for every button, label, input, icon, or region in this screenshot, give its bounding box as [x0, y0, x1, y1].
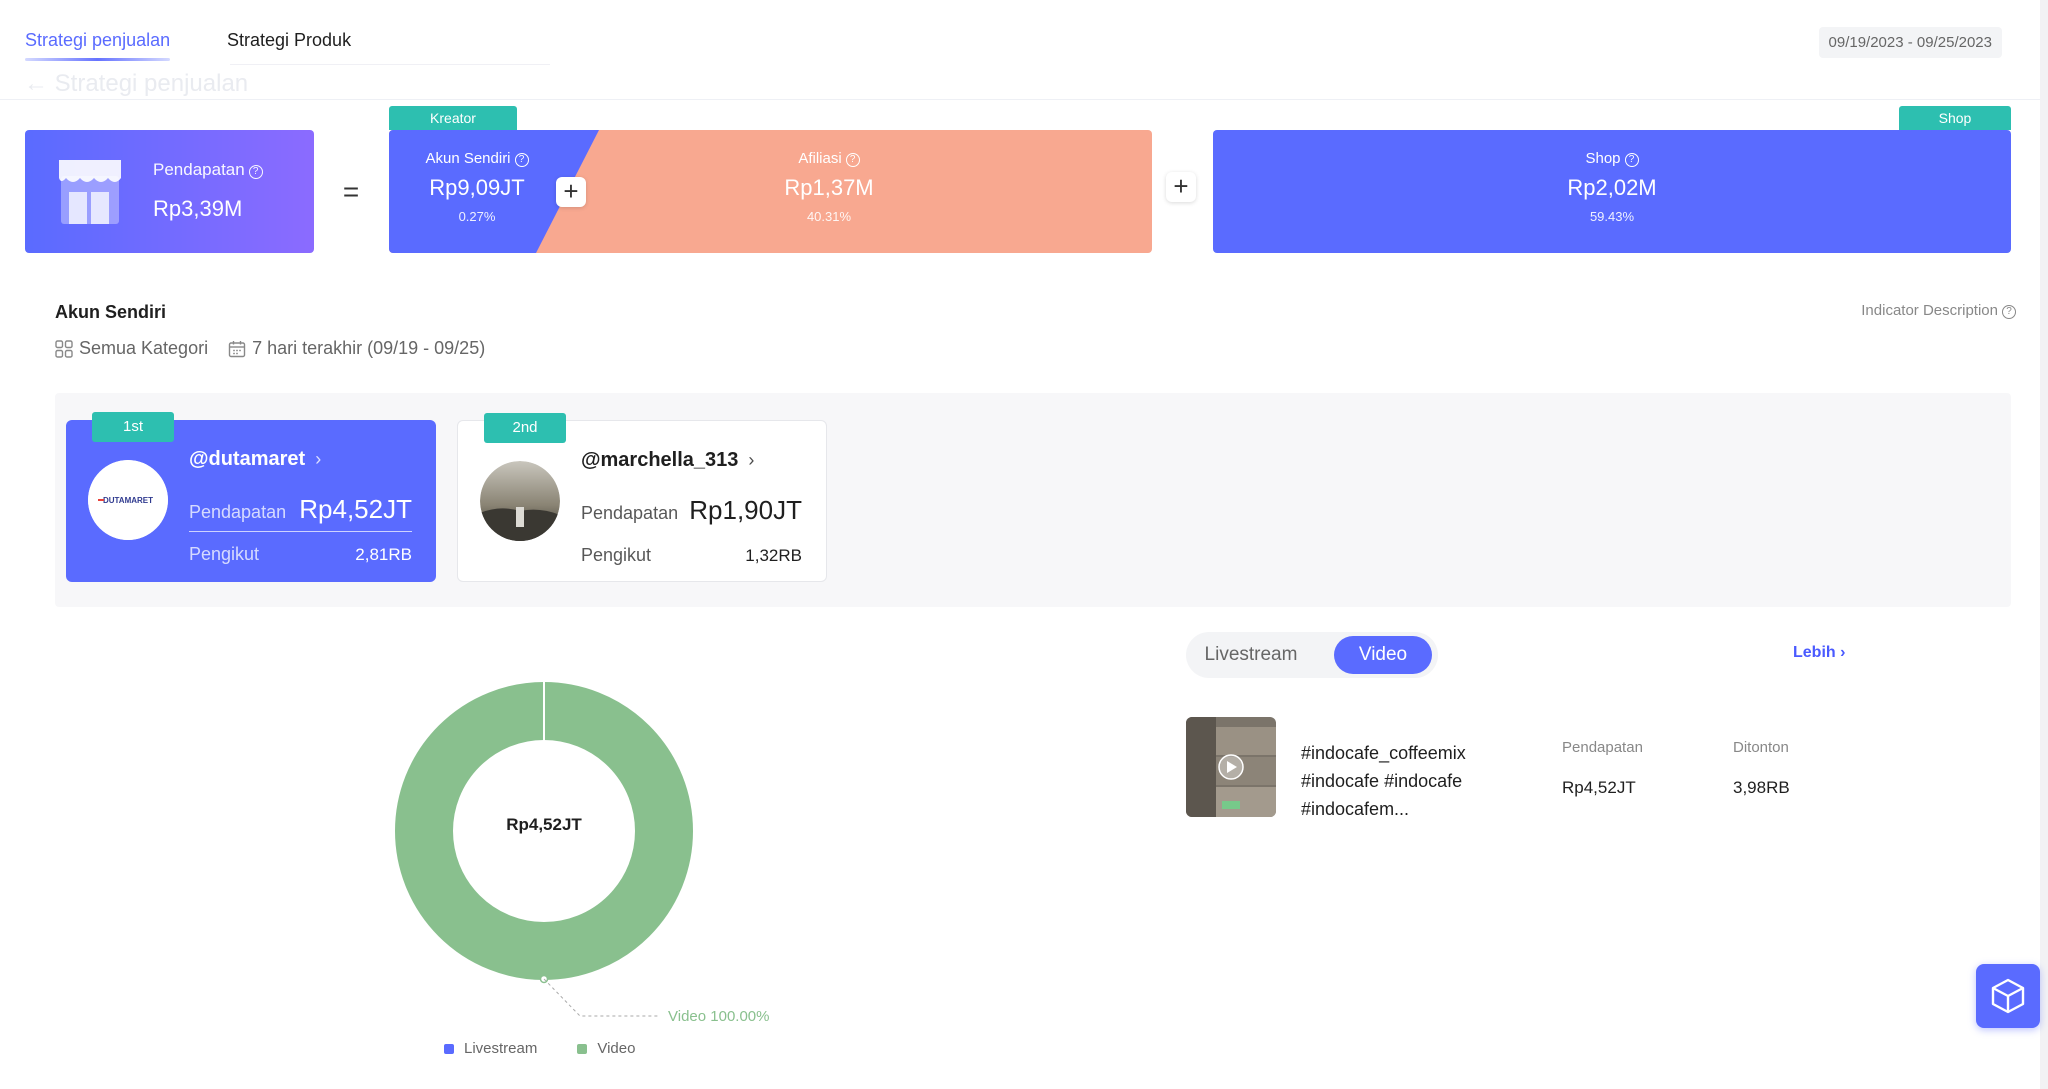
donut-center-value: Rp4,52JT — [506, 815, 582, 834]
video-thumbnail[interactable] — [1186, 717, 1276, 817]
scrollbar[interactable] — [2040, 0, 2048, 1089]
video-revenue-label: Pendapatan — [1562, 739, 1643, 756]
date-range-picker[interactable]: 09/19/2023 - 09/25/2023 — [1818, 27, 2002, 58]
rank-badge: 2nd — [484, 413, 566, 443]
avatar-logo-text: DUTAMARET — [103, 496, 153, 505]
avatar — [480, 461, 560, 541]
help-icon[interactable]: ? — [845, 153, 860, 167]
tab-divider — [230, 64, 550, 65]
shop-label: Shop — [1585, 150, 1621, 167]
grid-icon — [55, 339, 73, 358]
help-icon[interactable]: ? — [514, 153, 529, 167]
creator-handle[interactable]: @dutamaret › — [189, 448, 321, 471]
chevron-right-icon: › — [748, 450, 755, 470]
filters-row: Semua Kategori 7 hari terakhir (09/19 - … — [55, 338, 485, 359]
video-list-item[interactable]: #indocafe_coffeemix #indocafe #indocafe … — [1186, 717, 1886, 819]
callout-line — [543, 978, 658, 1017]
donut-chart: Rp4,52JT Video 100.00% — [395, 682, 769, 1025]
chevron-right-icon: › — [315, 449, 322, 469]
category-filter[interactable]: Semua Kategori — [55, 338, 208, 359]
shop-badge: Shop — [1899, 106, 2011, 130]
more-link[interactable]: Lebih › — [1793, 644, 1845, 662]
video-views-value: 3,98RB — [1733, 778, 1790, 797]
shop-pct: 59.43% — [1589, 209, 1635, 224]
affiliate-label: Afiliasi — [798, 150, 842, 167]
followers-label: Pengikut — [189, 544, 260, 564]
total-revenue-card: Pendapatan? Rp3,39M — [25, 130, 314, 253]
video-views-label: Ditonton — [1733, 739, 1789, 756]
affiliate-block[interactable]: Afiliasi? Rp1,37M 40.31% — [709, 150, 949, 224]
dutamaret-logo: DUTAMARET — [88, 460, 168, 540]
chevron-right-icon: › — [1840, 644, 1846, 661]
legend-swatch — [444, 1043, 454, 1054]
creator-revenue-row: Pendapatan Rp4,52JT — [189, 494, 412, 532]
store-icon — [59, 160, 121, 224]
video-views: Ditonton 3,98RB — [1733, 739, 1790, 798]
creator-followers-row: Pengikut 2,81RB — [189, 544, 412, 565]
video-revenue: Pendapatan Rp4,52JT — [1562, 739, 1643, 798]
top-bar: Strategi penjualan Strategi Produk 09/19… — [0, 0, 2040, 100]
creator-revenue-card: Akun Sendiri? Rp9,09JT 0.27% Afiliasi? R… — [389, 130, 1152, 253]
revenue-source-donut: Rp4,52JT Video 100.00% — [380, 668, 810, 1068]
own-account-value: Rp9,09JT — [429, 175, 525, 200]
followers-value: 2,81RB — [355, 545, 412, 564]
assistant-cube-button[interactable] — [1976, 964, 2040, 1028]
donut-legend: Livestream Video — [444, 1040, 635, 1057]
indicator-description-link[interactable]: Indicator Description? — [1861, 302, 2016, 319]
followers-label: Pengikut — [581, 545, 652, 565]
cube-icon — [1991, 978, 2025, 1014]
own-account-pct: 0.27% — [458, 209, 496, 224]
category-filter-label: Semua Kategori — [79, 338, 209, 358]
equals-icon: = — [336, 178, 366, 208]
content-type-toggle: Livestream Video — [1186, 632, 1438, 678]
creator-card[interactable]: 1st DUTAMARET @dutamaret › Pendapatan Rp4… — [66, 412, 436, 582]
legend-item-livestream[interactable]: Livestream — [444, 1040, 537, 1057]
creator-badge: Kreator — [389, 106, 517, 130]
creator-handle[interactable]: @marchella_313 › — [581, 449, 754, 472]
legend-item-video[interactable]: Video — [577, 1040, 635, 1057]
avatar: DUTAMARET — [88, 460, 168, 540]
shop-value: Rp2,02M — [1567, 175, 1657, 200]
followers-value: 1,32RB — [745, 546, 802, 565]
plus-icon: + — [556, 177, 586, 207]
video-title[interactable]: #indocafe_coffeemix #indocafe #indocafe … — [1301, 739, 1541, 823]
help-icon[interactable]: ? — [1624, 153, 1639, 167]
own-account-label: Akun Sendiri — [425, 150, 511, 167]
revenue-label: Pendapatan? — [153, 160, 263, 180]
legend-swatch — [577, 1043, 588, 1054]
creator-followers-row: Pengikut 1,32RB — [581, 545, 802, 566]
segment-livestream[interactable]: Livestream — [1196, 636, 1306, 674]
revenue-label: Pendapatan — [189, 502, 287, 522]
plus-icon: + — [1166, 172, 1196, 202]
video-revenue-value: Rp4,52JT — [1562, 778, 1636, 797]
page-title-ghost: ← Strategi penjualan — [24, 70, 249, 97]
revenue-label: Pendapatan — [581, 503, 679, 523]
video-thumbnail-image — [1186, 717, 1276, 817]
rank-badge: 1st — [92, 412, 174, 442]
help-icon[interactable]: ? — [2002, 305, 2016, 319]
revenue-value: Rp1,90JT — [689, 495, 802, 525]
help-icon[interactable]: ? — [248, 165, 263, 179]
avatar-photo — [480, 461, 560, 541]
creator-card[interactable]: 2nd @marchella_313 › Pendapatan Rp1,90JT … — [457, 413, 827, 582]
period-filter-label: 7 hari terakhir (09/19 - 09/25) — [252, 338, 486, 358]
tab-strategi-penjualan[interactable]: Strategi penjualan — [25, 30, 171, 61]
calendar-icon — [228, 340, 246, 357]
affiliate-value: Rp1,37M — [784, 175, 874, 200]
period-filter[interactable]: 7 hari terakhir (09/19 - 09/25) — [228, 338, 485, 359]
tab-strategi-produk[interactable]: Strategi Produk — [227, 30, 351, 51]
legend-label: Livestream — [464, 1040, 538, 1057]
creator-revenue-row: Pendapatan Rp1,90JT — [581, 495, 802, 532]
revenue-value: Rp3,39M — [153, 196, 243, 221]
segment-video[interactable]: Video — [1334, 636, 1432, 674]
revenue-value: Rp4,52JT — [299, 494, 412, 524]
shop-revenue-card[interactable]: Shop? Rp2,02M 59.43% — [1213, 130, 2011, 253]
section-title: Akun Sendiri — [55, 302, 167, 322]
legend-label: Video — [597, 1040, 636, 1057]
affiliate-pct: 40.31% — [806, 209, 852, 224]
donut-callout-label: Video 100.00% — [668, 1008, 769, 1025]
own-account-block[interactable]: Akun Sendiri? Rp9,09JT 0.27% — [417, 150, 537, 224]
